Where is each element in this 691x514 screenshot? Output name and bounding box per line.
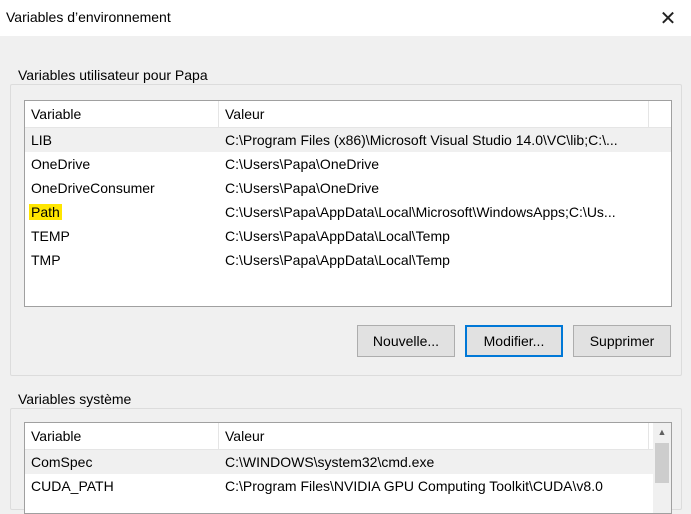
table-row[interactable]: Path C:\Users\Papa\AppData\Local\Microso… (25, 200, 671, 224)
scroll-up-icon[interactable]: ▲ (653, 423, 671, 441)
window-title: Variables d’environnement (6, 9, 171, 25)
variable-name: TMP (31, 252, 61, 268)
variable-name: OneDrive (31, 156, 91, 172)
user-variables-label: Variables utilisateur pour Papa (14, 67, 212, 83)
table-row[interactable]: ComSpec C:\WINDOWS\system32\cmd.exe (25, 450, 671, 474)
table-row[interactable]: CUDA_PATH C:\Program Files\NVIDIA GPU Co… (25, 474, 671, 498)
table-row[interactable]: LIB C:\Program Files (x86)\Microsoft Vis… (25, 128, 671, 152)
edit-button[interactable]: Modifier... (465, 325, 563, 357)
table-row[interactable]: OneDriveConsumer C:\Users\Papa\OneDrive (25, 176, 671, 200)
system-list-header: Variable Valeur (25, 423, 671, 450)
variable-value: C:\WINDOWS\system32\cmd.exe (225, 454, 435, 470)
system-variables-label: Variables système (14, 391, 136, 407)
variable-name: Path (25, 200, 219, 224)
table-row[interactable]: TEMP C:\Users\Papa\AppData\Local\Temp (25, 224, 671, 248)
column-header-variable[interactable]: Variable (25, 423, 219, 449)
user-list-header: Variable Valeur (25, 101, 671, 128)
variable-value: C:\Users\Papa\AppData\Local\Microsoft\Wi… (225, 204, 616, 220)
variable-name: ComSpec (31, 454, 93, 470)
variable-value: C:\Users\Papa\AppData\Local\Temp (225, 252, 450, 268)
column-header-value[interactable]: Valeur (219, 423, 649, 449)
user-variables-list[interactable]: Variable Valeur LIB C:\Program Files (x8… (24, 100, 672, 307)
table-row[interactable]: OneDrive C:\Users\Papa\OneDrive (25, 152, 671, 176)
table-row[interactable]: TMP C:\Users\Papa\AppData\Local\Temp (25, 248, 671, 272)
variable-name: CUDA_PATH (31, 478, 114, 494)
column-header-variable[interactable]: Variable (25, 101, 219, 127)
variable-name: OneDriveConsumer (31, 180, 155, 196)
vertical-scrollbar[interactable]: ▲ (653, 423, 671, 513)
system-variables-list[interactable]: Variable Valeur ComSpec C:\WINDOWS\syste… (24, 422, 672, 514)
column-header-value[interactable]: Valeur (219, 101, 649, 127)
variable-value: C:\Users\Papa\OneDrive (225, 156, 380, 172)
variable-value: C:\Program Files\NVIDIA GPU Computing To… (225, 478, 603, 494)
close-icon[interactable]: ✕ (645, 0, 691, 36)
variable-name: TEMP (31, 228, 70, 244)
delete-button[interactable]: Supprimer (573, 325, 671, 357)
variable-value: C:\Users\Papa\AppData\Local\Temp (225, 228, 450, 244)
path-highlight: Path (29, 204, 62, 220)
variable-name: LIB (31, 132, 53, 148)
title-bar: Variables d’environnement ✕ (0, 0, 691, 36)
variable-value: C:\Users\Papa\OneDrive (225, 180, 380, 196)
variable-value: C:\Program Files (x86)\Microsoft Visual … (225, 132, 618, 148)
new-button[interactable]: Nouvelle... (357, 325, 455, 357)
scroll-thumb[interactable] (655, 443, 669, 483)
